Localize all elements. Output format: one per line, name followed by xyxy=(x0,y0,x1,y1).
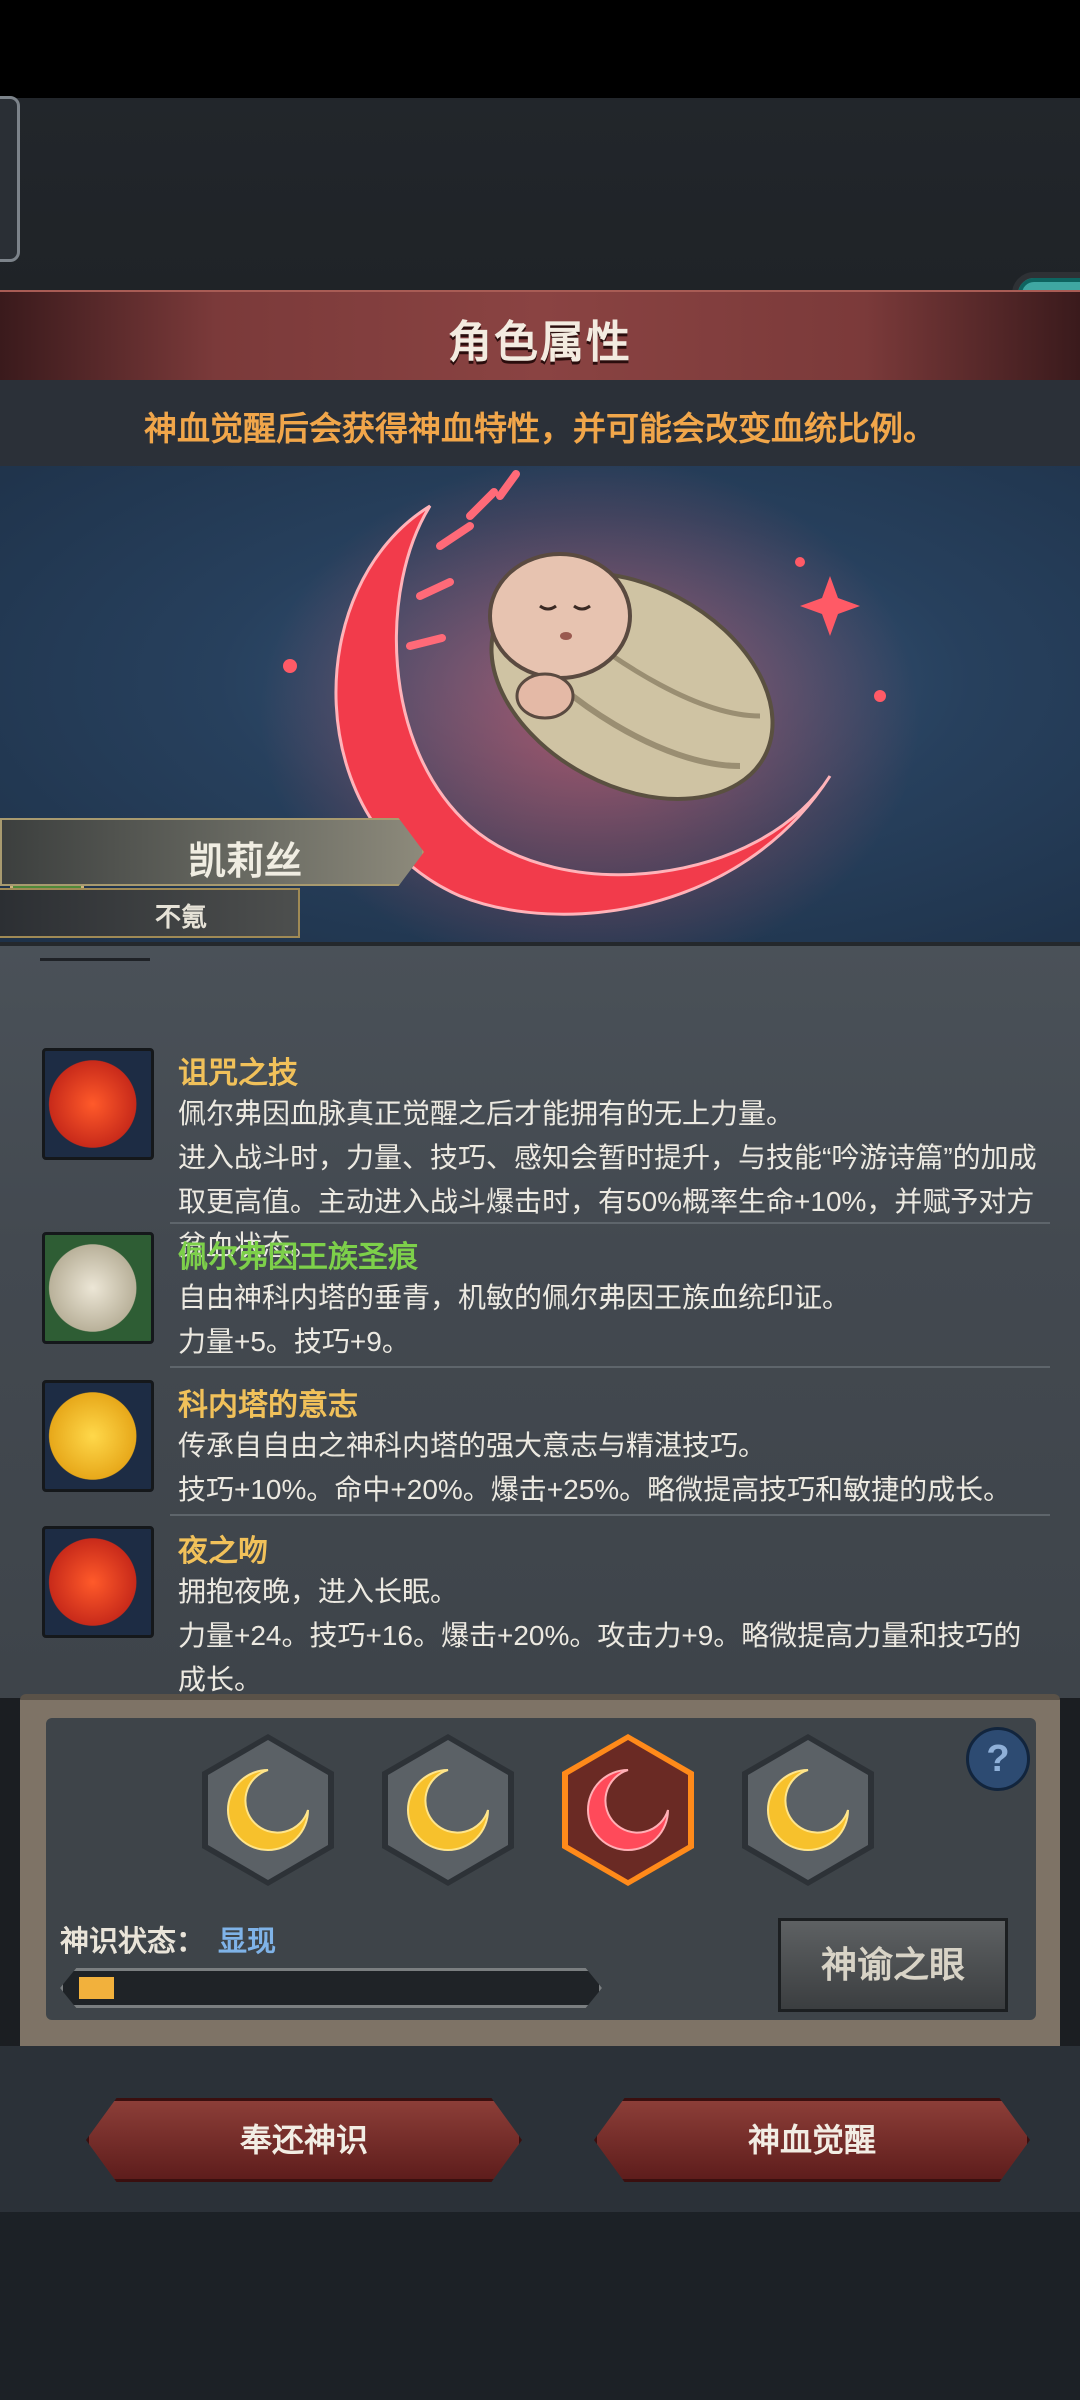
gold-moon-icon xyxy=(42,1380,154,1492)
trait-description: 拥抱夜晚，进入长眠。 力量+24。技巧+16。爆击+20%。攻击力+9。略微提高… xyxy=(178,1576,1022,1695)
divine-progress-bar xyxy=(60,1968,602,2008)
red-moon-icon xyxy=(42,1526,154,1638)
character-name-plate: 凯莉丝 xyxy=(0,818,424,886)
red-moon-icon xyxy=(42,1048,154,1160)
trait-name: 夜之吻 xyxy=(178,1535,268,1568)
trait-description: 传承自自由之神科内塔的强大意志与精湛技巧。 技巧+10%。命中+20%。爆击+2… xyxy=(178,1430,1012,1505)
gold-crescent-icon xyxy=(407,1769,489,1851)
blood-awaken-button[interactable]: 神血觉醒 xyxy=(594,2098,1030,2182)
nav-area xyxy=(0,2212,1080,2400)
divider xyxy=(170,1366,1050,1368)
background-dim xyxy=(0,98,1080,290)
trait-name: 佩尔弗因王族圣痕 xyxy=(178,1241,418,1274)
clipped-row-fragment xyxy=(40,958,150,961)
oracle-eye-button[interactable]: 神谕之眼 xyxy=(778,1918,1008,2012)
side-tab-handle[interactable] xyxy=(0,96,20,262)
white-moon-icon xyxy=(42,1232,154,1344)
divine-state-label: 神识状态： xyxy=(60,1926,206,1958)
divider xyxy=(170,1222,1050,1224)
red-crescent-icon xyxy=(587,1769,669,1851)
page-title: 角色属性 xyxy=(448,318,632,367)
trait-name: 诅咒之技 xyxy=(178,1057,298,1090)
help-icon[interactable]: ? xyxy=(966,1727,1030,1791)
title-banner: 角色属性 xyxy=(0,290,1080,382)
trait-description: 自由神科内塔的垂青，机敏的佩尔弗因王族血统印证。 力量+5。技巧+9。 xyxy=(178,1282,851,1357)
trait-name: 科内塔的意志 xyxy=(178,1389,358,1422)
return-divine-sense-button[interactable]: 奉还神识 xyxy=(86,2098,522,2182)
divine-state-value: 显现 xyxy=(218,1926,277,1958)
gold-crescent-icon xyxy=(227,1769,309,1851)
character-name: 凯莉丝 xyxy=(188,841,303,883)
character-race: 不氪 xyxy=(155,902,208,932)
notice-bar: 神血觉醒后会获得神血特性，并可能会改变血统比例。 xyxy=(0,380,1080,466)
status-bar xyxy=(0,0,1080,98)
notice-text: 神血觉醒后会获得神血特性，并可能会改变血统比例。 xyxy=(144,410,936,447)
gold-crescent-icon xyxy=(767,1769,849,1851)
divine-progress-fill xyxy=(79,1977,114,1999)
divider xyxy=(170,1514,1050,1516)
character-race-plate: 不氪 xyxy=(0,888,300,938)
